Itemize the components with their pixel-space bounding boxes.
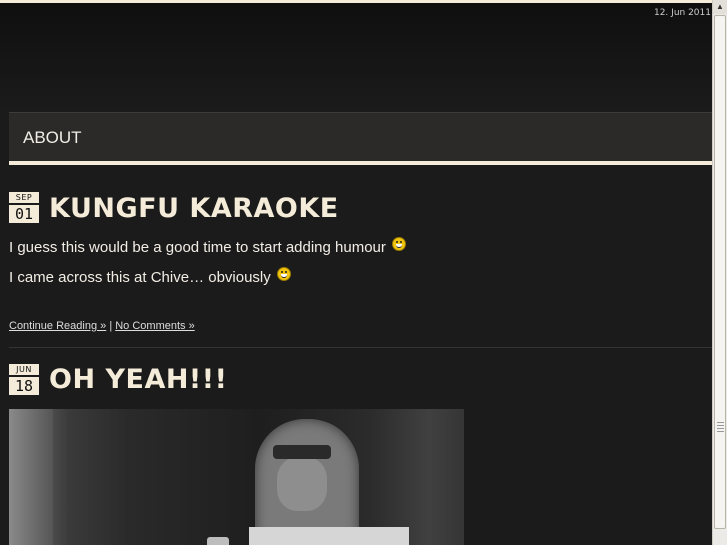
post-date-badge: SEP 01 [9, 192, 39, 223]
post-day: 01 [9, 205, 39, 223]
post-title[interactable]: OH YEAH!!! [49, 364, 227, 395]
scrollbar-grip-icon [717, 422, 724, 434]
nav-underline [9, 161, 713, 165]
smiley-grin-icon [276, 267, 291, 281]
post-day: 18 [9, 377, 39, 395]
post-photo [9, 409, 464, 545]
paragraph-text: I guess this would be a good time to sta… [9, 239, 386, 256]
post-divider [9, 347, 713, 348]
post-month: JUN [9, 364, 39, 375]
photo-pillar [9, 409, 53, 545]
link-separator: | [109, 320, 113, 332]
continue-reading-link[interactable]: Continue Reading » [9, 320, 106, 332]
post-title[interactable]: KUNGFU KARAOKE [49, 193, 339, 224]
post-month: SEP [9, 192, 39, 203]
vertical-scrollbar[interactable]: ▲ [712, 0, 727, 545]
paragraph-text: I came across this at Chive… obviously [9, 269, 271, 286]
photo-face [277, 457, 327, 511]
photo-sign [249, 527, 409, 545]
post-paragraph: I guess this would be a good time to sta… [9, 237, 406, 256]
header-date: 12. Jun 2011 [653, 8, 711, 18]
nav-item-about[interactable]: ABOUT [23, 128, 82, 148]
scroll-up-arrow-icon[interactable]: ▲ [713, 0, 727, 14]
post-links: Continue Reading » | No Comments » [9, 320, 195, 332]
photo-cap [273, 445, 331, 459]
photo-bottle [207, 537, 229, 545]
post-date-badge: JUN 18 [9, 364, 39, 395]
comments-link[interactable]: No Comments » [115, 320, 194, 332]
post-paragraph: I came across this at Chive… obviously [9, 267, 291, 286]
main-navigation: ABOUT [9, 112, 713, 163]
smiley-grin-icon [391, 237, 406, 251]
site-header [0, 3, 713, 111]
scrollbar-thumb[interactable] [714, 15, 726, 529]
